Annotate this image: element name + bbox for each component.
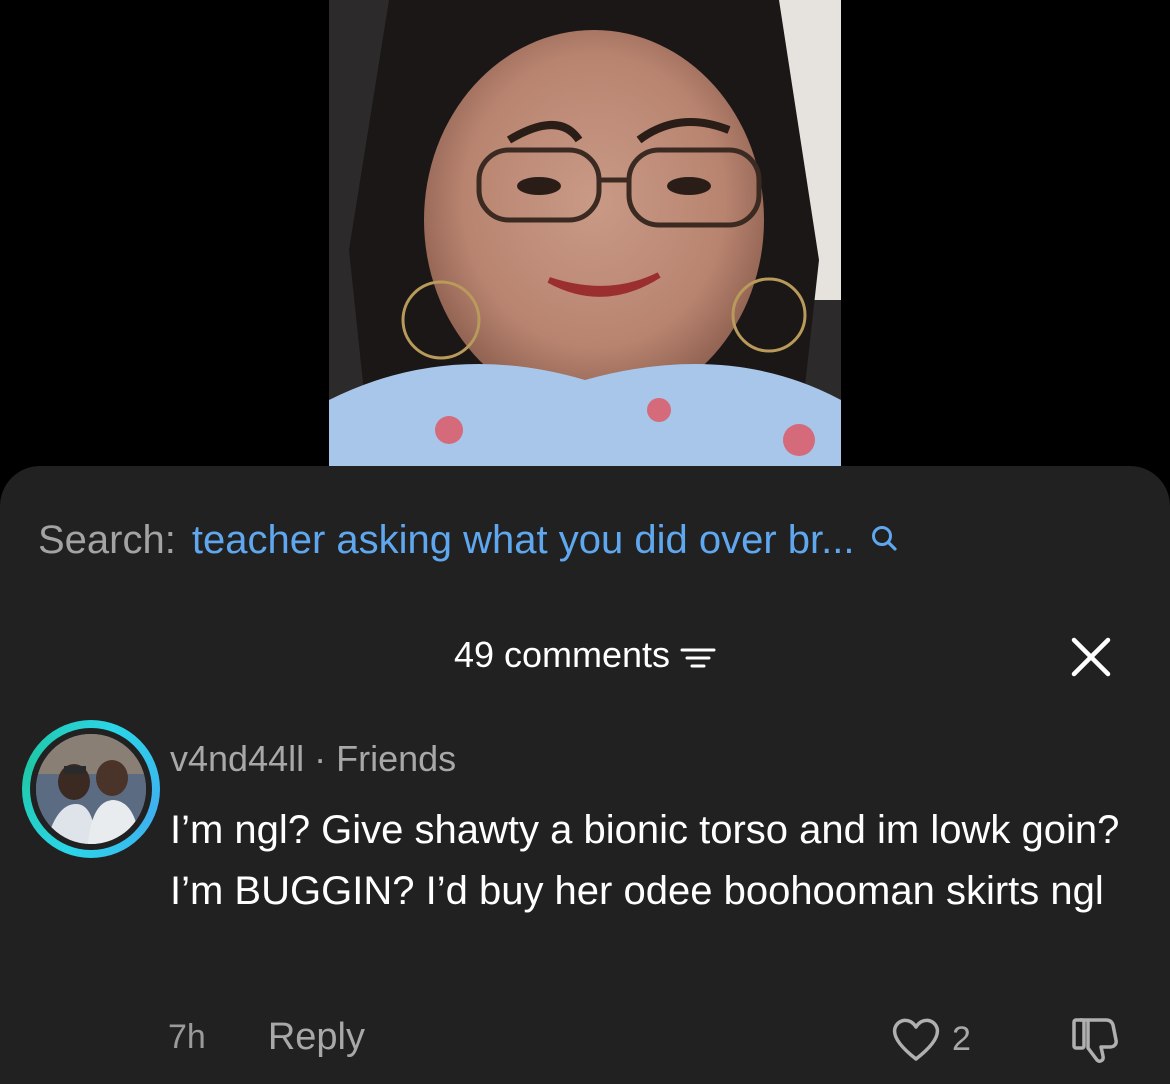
avatar-ring-gap: [30, 728, 152, 850]
sort-lines-icon[interactable]: [680, 640, 716, 670]
comment-time: 7h: [168, 1017, 206, 1056]
comment-count: 49 comments: [453, 634, 671, 675]
search-query[interactable]: teacher asking what you did over br...: [192, 518, 855, 563]
heart-icon[interactable]: [890, 1015, 942, 1063]
dislike-button[interactable]: [1070, 1012, 1126, 1068]
close-icon[interactable]: [1066, 632, 1116, 682]
comment-text: I’m ngl? Give shawty a bionic torso and …: [170, 808, 1120, 913]
reply-button[interactable]: Reply: [268, 1016, 365, 1059]
avatar[interactable]: [22, 720, 160, 858]
comments-header: 49 comments: [0, 630, 1170, 680]
video-area[interactable]: [0, 0, 1170, 470]
search-label: Search:: [38, 517, 176, 562]
comment-username[interactable]: v4nd44ll: [170, 738, 304, 779]
video-thumbnail: [329, 0, 841, 466]
close-button[interactable]: [1066, 632, 1116, 682]
search-icon[interactable]: [870, 517, 898, 551]
comment-meta: v4nd44ll · Friends: [170, 738, 456, 780]
avatar-photo: [36, 734, 146, 844]
relation-label: Friends: [336, 738, 457, 779]
like-button[interactable]: 2: [890, 1012, 971, 1066]
meta-separator: ·: [314, 738, 327, 779]
thumbs-down-icon[interactable]: [1070, 1012, 1126, 1068]
search-suggestion[interactable]: Search: teacher asking what you did over…: [38, 513, 898, 567]
comment-footer: 7h Reply: [168, 1010, 365, 1064]
like-count: 2: [952, 1019, 971, 1058]
